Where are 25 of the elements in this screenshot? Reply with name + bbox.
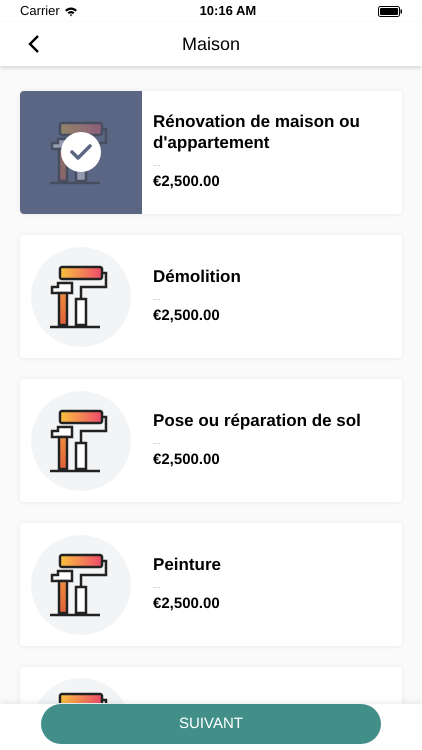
service-card[interactable]: Rénovation de maison ou d'appartement ... €2,500.00: [20, 91, 402, 214]
service-price: €2,500.00: [153, 306, 221, 326]
service-card[interactable]: Démolition ... €2,500.00: [20, 235, 402, 358]
carrier-label: Carrier: [20, 2, 60, 20]
service-price: €2,500.00: [153, 594, 221, 614]
service-description: ...: [153, 580, 162, 590]
battery-icon: [378, 6, 402, 16]
next-button[interactable]: SUIVANT: [41, 704, 381, 744]
service-description: ...: [153, 292, 162, 302]
page-title: Maison: [182, 32, 240, 56]
service-card[interactable]: Peinture ... €2,500.00: [20, 523, 402, 646]
service-description: ...: [153, 158, 162, 168]
checkmark-icon: [61, 132, 101, 172]
clock-time: 10:16 AM: [200, 2, 256, 20]
service-price: €2,500.00: [153, 172, 221, 192]
service-title: Rénovation de maison ou d'appartement: [153, 111, 361, 154]
service-price: €2,500.00: [153, 450, 221, 470]
service-title: Pose ou réparation de sol: [153, 410, 362, 431]
service-title: Peinture: [153, 554, 222, 575]
service-card[interactable]: [20, 667, 402, 704]
service-card[interactable]: Pose ou réparation de sol ... €2,500.00: [20, 379, 402, 502]
service-description: ...: [153, 436, 162, 446]
service-title: Démolition: [153, 266, 242, 287]
wifi-icon: [64, 6, 78, 16]
back-chevron-icon: [28, 34, 40, 54]
